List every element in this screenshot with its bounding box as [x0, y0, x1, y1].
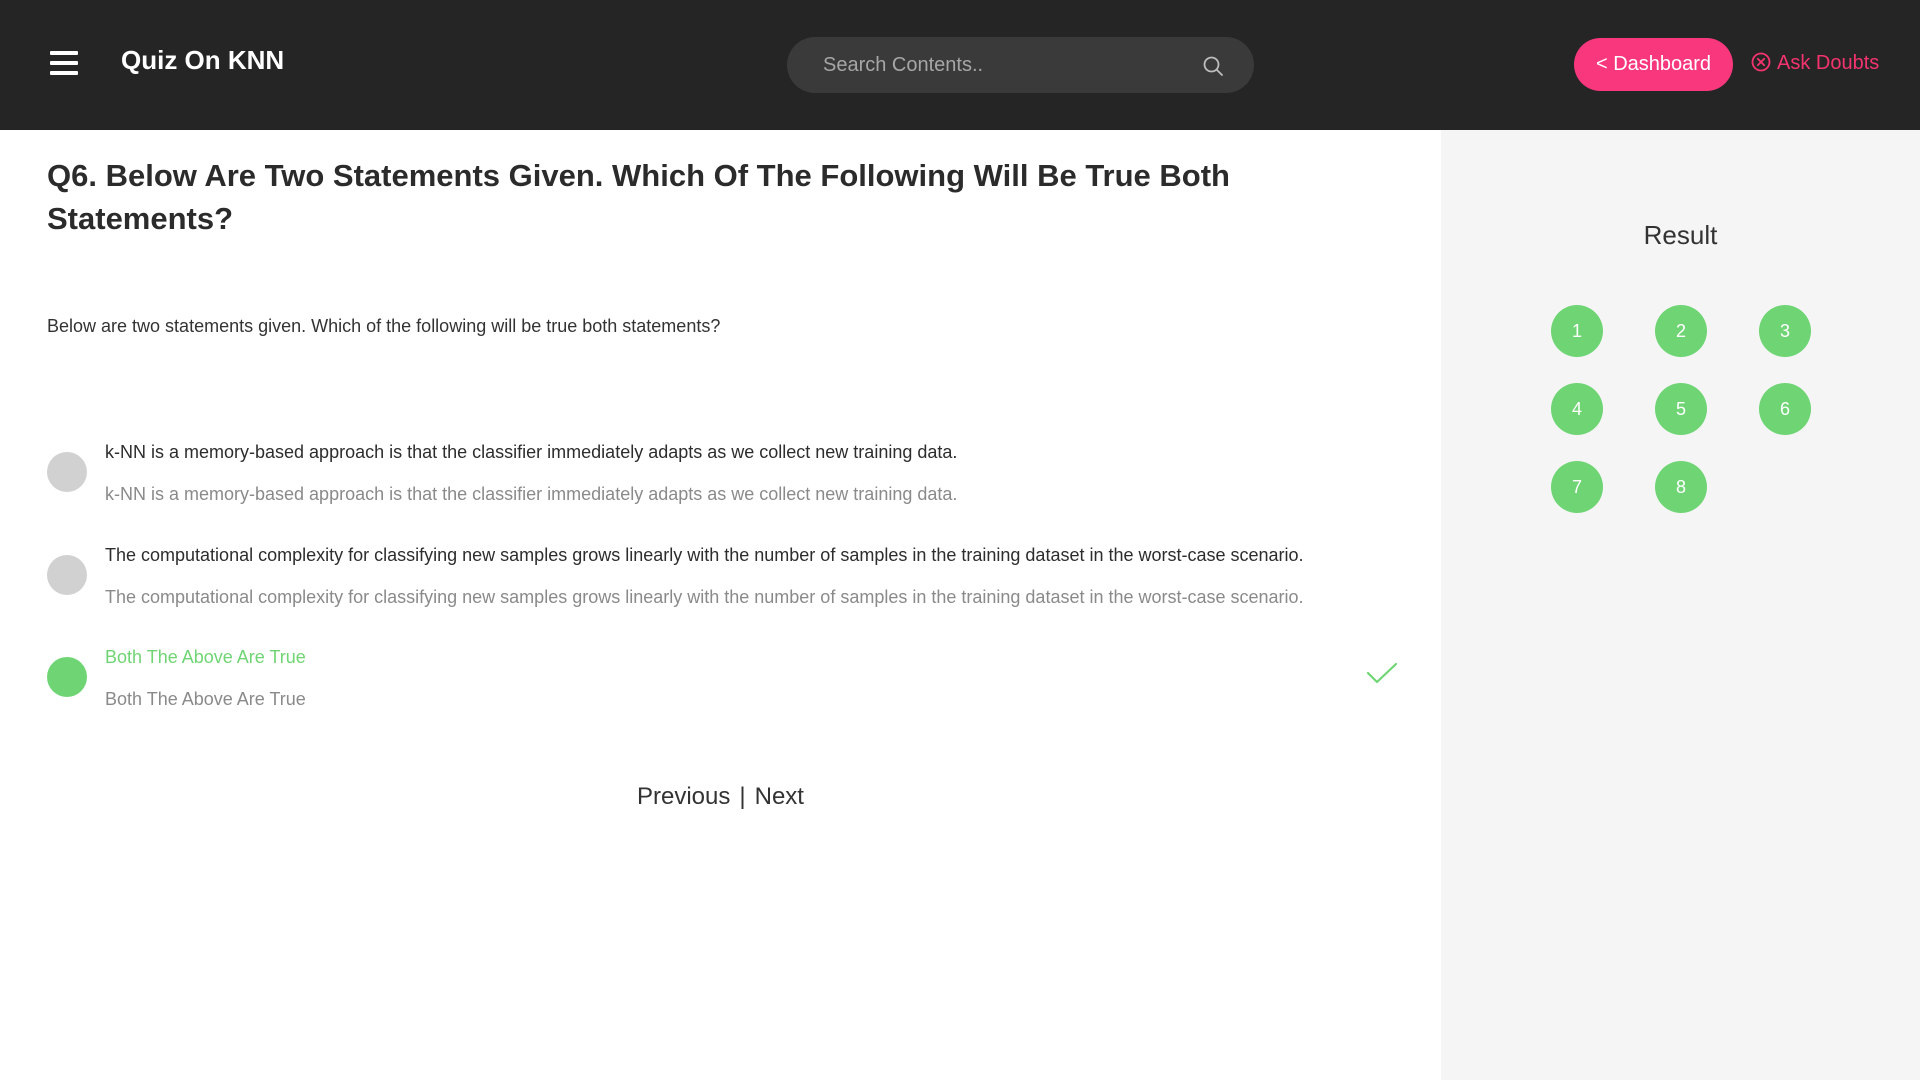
option-radio[interactable] [47, 555, 87, 595]
pager-separator: | [739, 783, 746, 810]
option-radio-correct[interactable] [47, 657, 87, 697]
menu-icon[interactable] [50, 51, 78, 75]
search-input[interactable] [823, 37, 1183, 93]
question-number-1[interactable]: 1 [1551, 305, 1603, 357]
next-button[interactable]: Next [755, 783, 804, 810]
search-bar [787, 37, 1254, 93]
question-number-5[interactable]: 5 [1655, 383, 1707, 435]
option-sublabel: The computational complexity for classif… [105, 587, 1304, 607]
check-icon [1366, 662, 1398, 684]
quiz-title: Quiz On KNN [121, 45, 285, 75]
option-sublabel: Both The Above Are True [105, 689, 306, 709]
question-number-7[interactable]: 7 [1551, 461, 1603, 513]
question-panel: Q6. Below Are Two Statements Given. Whic… [0, 130, 1441, 1080]
option-sublabel: k-NN is a memory-based approach is that … [105, 484, 958, 504]
question-number-8[interactable]: 8 [1655, 461, 1707, 513]
option-label: Both The Above Are True [105, 647, 306, 667]
pagination: Previous | Next [637, 783, 804, 811]
close-circle-icon [1751, 52, 1771, 72]
result-sidebar: Result 1 2 3 4 5 6 7 8 [1441, 130, 1920, 1080]
result-title: Result [1643, 220, 1718, 250]
ask-doubts-label: Ask Doubts [1777, 52, 1880, 74]
question-number-4[interactable]: 4 [1551, 383, 1603, 435]
option-label: The computational complexity for classif… [105, 545, 1304, 565]
question-number-2[interactable]: 2 [1655, 305, 1707, 357]
previous-button[interactable]: Previous [637, 783, 730, 810]
question-number-3[interactable]: 3 [1759, 305, 1811, 357]
answer-option-1[interactable]: k-NN is a memory-based approach is that … [47, 442, 1407, 514]
option-label: k-NN is a memory-based approach is that … [105, 442, 958, 462]
search-icon[interactable] [1201, 54, 1225, 78]
question-number-6[interactable]: 6 [1759, 383, 1811, 435]
top-navbar: Quiz On KNN < Dashboard Ask Doubts [0, 0, 1920, 130]
option-radio[interactable] [47, 452, 87, 492]
answer-option-2[interactable]: The computational complexity for classif… [47, 545, 1407, 617]
question-text: Below are two statements given. Which of… [47, 316, 721, 336]
ask-doubts-link[interactable]: Ask Doubts [1751, 49, 1879, 77]
question-title: Q6. Below Are Two Statements Given. Whic… [47, 158, 1230, 236]
dashboard-button[interactable]: < Dashboard [1574, 38, 1733, 91]
answer-option-3[interactable]: Both The Above Are True Both The Above A… [47, 647, 1407, 719]
